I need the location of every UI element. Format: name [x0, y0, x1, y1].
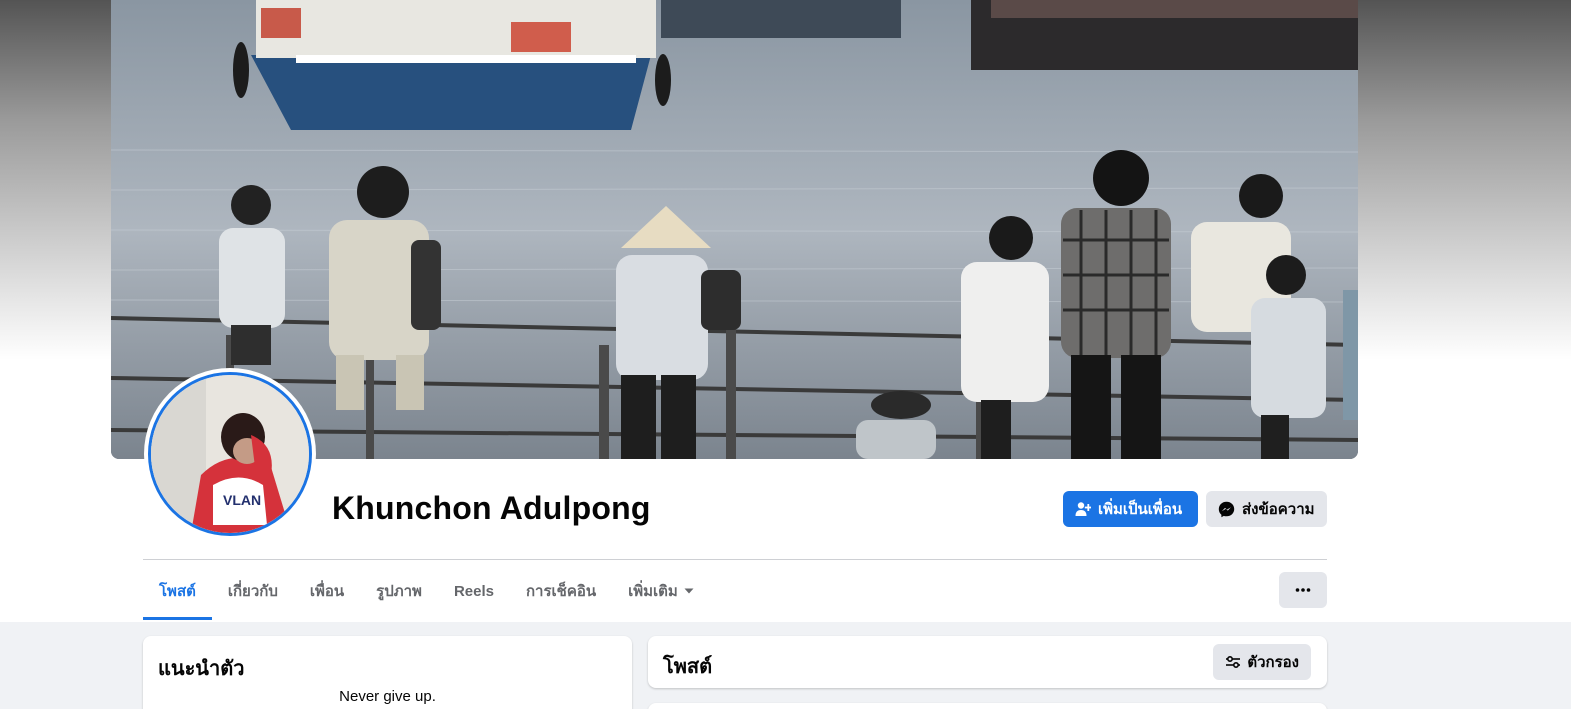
tab-friends[interactable]: เพื่อน: [294, 562, 360, 620]
tab-label: เกี่ยวกับ: [227, 583, 278, 600]
caret-down-icon: [684, 588, 694, 594]
profile-tabs: โพสต์ เกี่ยวกับ เพื่อน รูปภาพ Reels การเ…: [143, 562, 710, 620]
intro-card: แนะนำตัว Never give up.: [143, 636, 632, 709]
profile-picture[interactable]: VLAN: [144, 368, 316, 540]
filter-button[interactable]: ตัวกรอง: [1213, 644, 1311, 680]
cover-photo[interactable]: [111, 0, 1358, 459]
posts-header-card: โพสต์ ตัวกรอง: [648, 636, 1327, 688]
add-friend-label: เพิ่มเป็นเพื่อน: [1098, 501, 1183, 518]
tab-label: โพสต์: [159, 583, 196, 600]
sliders-icon: [1226, 655, 1241, 669]
intro-title: แนะนำตัว: [158, 658, 245, 680]
tab-more[interactable]: เพิ่มเติม: [612, 562, 710, 620]
tab-label: Reels: [453, 582, 494, 600]
profile-picture-frame: VLAN: [148, 372, 312, 536]
messenger-icon: [1218, 501, 1235, 517]
profile-name: Khunchon Adulpong: [332, 490, 651, 526]
message-label: ส่งข้อความ: [1242, 501, 1315, 518]
tab-label: เพื่อน: [309, 583, 345, 600]
svg-text:VLAN: VLAN: [223, 492, 261, 508]
tab-about[interactable]: เกี่ยวกับ: [212, 562, 294, 620]
tab-label: เพิ่มเติม: [628, 583, 678, 600]
post-card: [648, 703, 1327, 709]
posts-title: โพสต์: [663, 656, 713, 678]
cover-photo-image: [111, 0, 1358, 459]
message-button[interactable]: ส่งข้อความ: [1206, 491, 1327, 527]
tab-posts[interactable]: โพสต์: [143, 562, 212, 620]
tab-label: รูปภาพ: [376, 583, 422, 600]
filter-label: ตัวกรอง: [1247, 654, 1299, 671]
tab-reels[interactable]: Reels: [438, 562, 510, 620]
add-friend-button[interactable]: เพิ่มเป็นเพื่อน: [1063, 491, 1198, 527]
header-divider: [143, 559, 1327, 560]
tab-label: การเช็คอิน: [525, 583, 597, 600]
person-plus-icon: [1075, 502, 1091, 516]
tab-photos[interactable]: รูปภาพ: [360, 562, 438, 620]
tab-checkins[interactable]: การเช็คอิน: [510, 562, 612, 620]
more-options-button[interactable]: [1279, 572, 1327, 608]
avatar: VLAN: [151, 375, 309, 533]
intro-bio: Never give up.: [339, 688, 436, 705]
ellipsis-icon: [1295, 588, 1311, 592]
